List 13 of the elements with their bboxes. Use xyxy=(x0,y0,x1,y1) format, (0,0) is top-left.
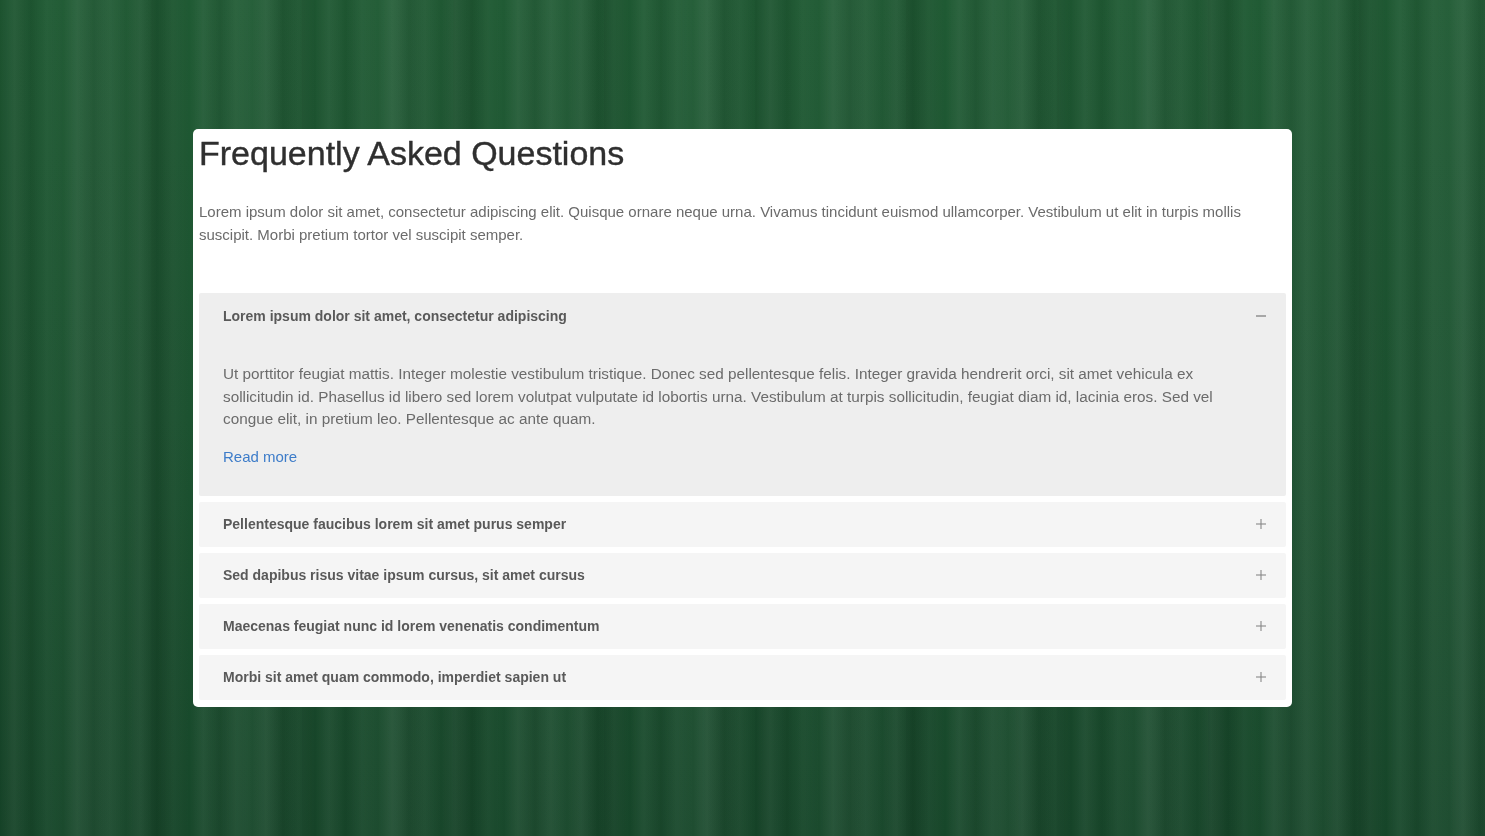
question-header[interactable]: Maecenas feugiat nunc id lorem venenatis condimentum xyxy=(199,603,1286,649)
question-header[interactable]: Pellentesque faucibus lorem sit amet purus semper xyxy=(199,501,1286,547)
question-header[interactable]: Lorem ipsum dolor sit amet, consectetur adipiscing xyxy=(199,293,1286,338)
plus-icon xyxy=(1256,621,1266,631)
question-header[interactable]: Sed dapibus risus vitae ipsum cursus, sit amet cursus xyxy=(199,552,1286,598)
read-more-link[interactable]: Read more xyxy=(223,445,298,468)
plus-icon xyxy=(1256,672,1266,682)
intro-text: Lorem ipsum dolor sit amet, consectetur adipiscing elit. Quisque ornare neque urna. Vivamus tincidunt euismod ullamcorper. Vestibulum ut elit in turpis mollis suscipit. Morbi pretium tortor vel suscipit semper. xyxy=(199,202,1242,245)
question-header[interactable]: Morbi sit amet quam commodo, imperdiet sapien ut xyxy=(199,654,1286,700)
plus-icon xyxy=(1256,570,1266,580)
page-title: Frequently Asked Questions xyxy=(199,133,626,173)
plus-icon xyxy=(1256,519,1266,529)
answer-text: Ut porttitor feugiat mattis. Integer molestie vestibulum tristique. Donec sed pellentesque felis. Integer gravida hendrerit orci, sit amet vehicula ex sollicitudin id. Phasellus id libero sed lorem volutpat vulputate id lobortis urna. Vestibulum at turpis sollicitudin, feugiat diam id, lacinia eros. Sed vel congue elit, in pretium leo. Pellentesque ac ante quam. xyxy=(223,364,1214,429)
